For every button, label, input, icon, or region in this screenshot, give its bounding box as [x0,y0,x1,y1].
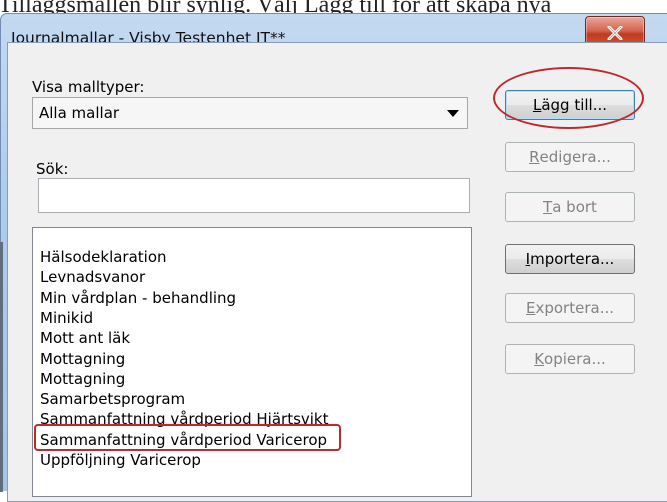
edit-button[interactable]: Redigera... [505,142,635,172]
copy-button[interactable]: Kopiera... [505,344,635,374]
template-list-item[interactable]: Levnadsvanor [33,267,145,287]
template-list-item[interactable]: Mottagning [33,369,125,389]
template-type-selected-value: Alla mallar [39,104,120,122]
edit-button-label: edigera... [539,148,611,166]
template-list-item[interactable]: Samarbetsprogram [33,389,185,409]
close-x-icon [607,25,623,40]
template-list-item[interactable]: Uppföljning Varicerop [33,450,201,470]
template-type-select[interactable]: Alla mallar [32,97,468,129]
template-list-item[interactable]: Sammanfattning vårdperiod Hjärtsvikt [33,409,329,429]
background-edge [0,242,3,492]
export-button-accelerator: E [526,299,536,317]
add-button-accelerator: L [532,96,542,114]
import-button-label: mportera... [530,250,615,268]
export-button-label: xportera... [535,299,614,317]
export-button[interactable]: Exportera... [505,293,635,323]
add-button[interactable]: Lägg till... [505,90,635,120]
import-button[interactable]: Importera... [505,244,635,274]
add-button-label: ägg till... [541,96,608,114]
delete-button-label: a bort [552,198,597,216]
template-list-item[interactable]: Mott ant läk [33,328,130,348]
search-input[interactable] [38,178,470,213]
copy-button-label: opiera... [544,350,606,368]
template-list-item[interactable]: Minikid [33,308,93,328]
search-label: Sök: [36,160,69,178]
template-list-item[interactable]: Hälsodeklaration [33,247,167,267]
copy-button-accelerator: K [534,350,545,368]
template-list-item[interactable]: Mottagning [33,349,125,369]
delete-button-accelerator: T [543,198,553,216]
template-list-item[interactable]: Sammanfattning vårdperiod Varicerop [33,430,327,450]
edit-button-accelerator: R [529,148,540,166]
template-list-item[interactable]: Min vårdplan - behandling [33,288,236,308]
dropdown-arrow-icon [447,110,459,117]
template-list[interactable]: Hälsodeklaration Levnadsvanor Min vårdplan… [32,227,472,497]
template-type-label: Visa malltyper: [32,78,145,96]
delete-button[interactable]: Ta bort [505,192,635,222]
